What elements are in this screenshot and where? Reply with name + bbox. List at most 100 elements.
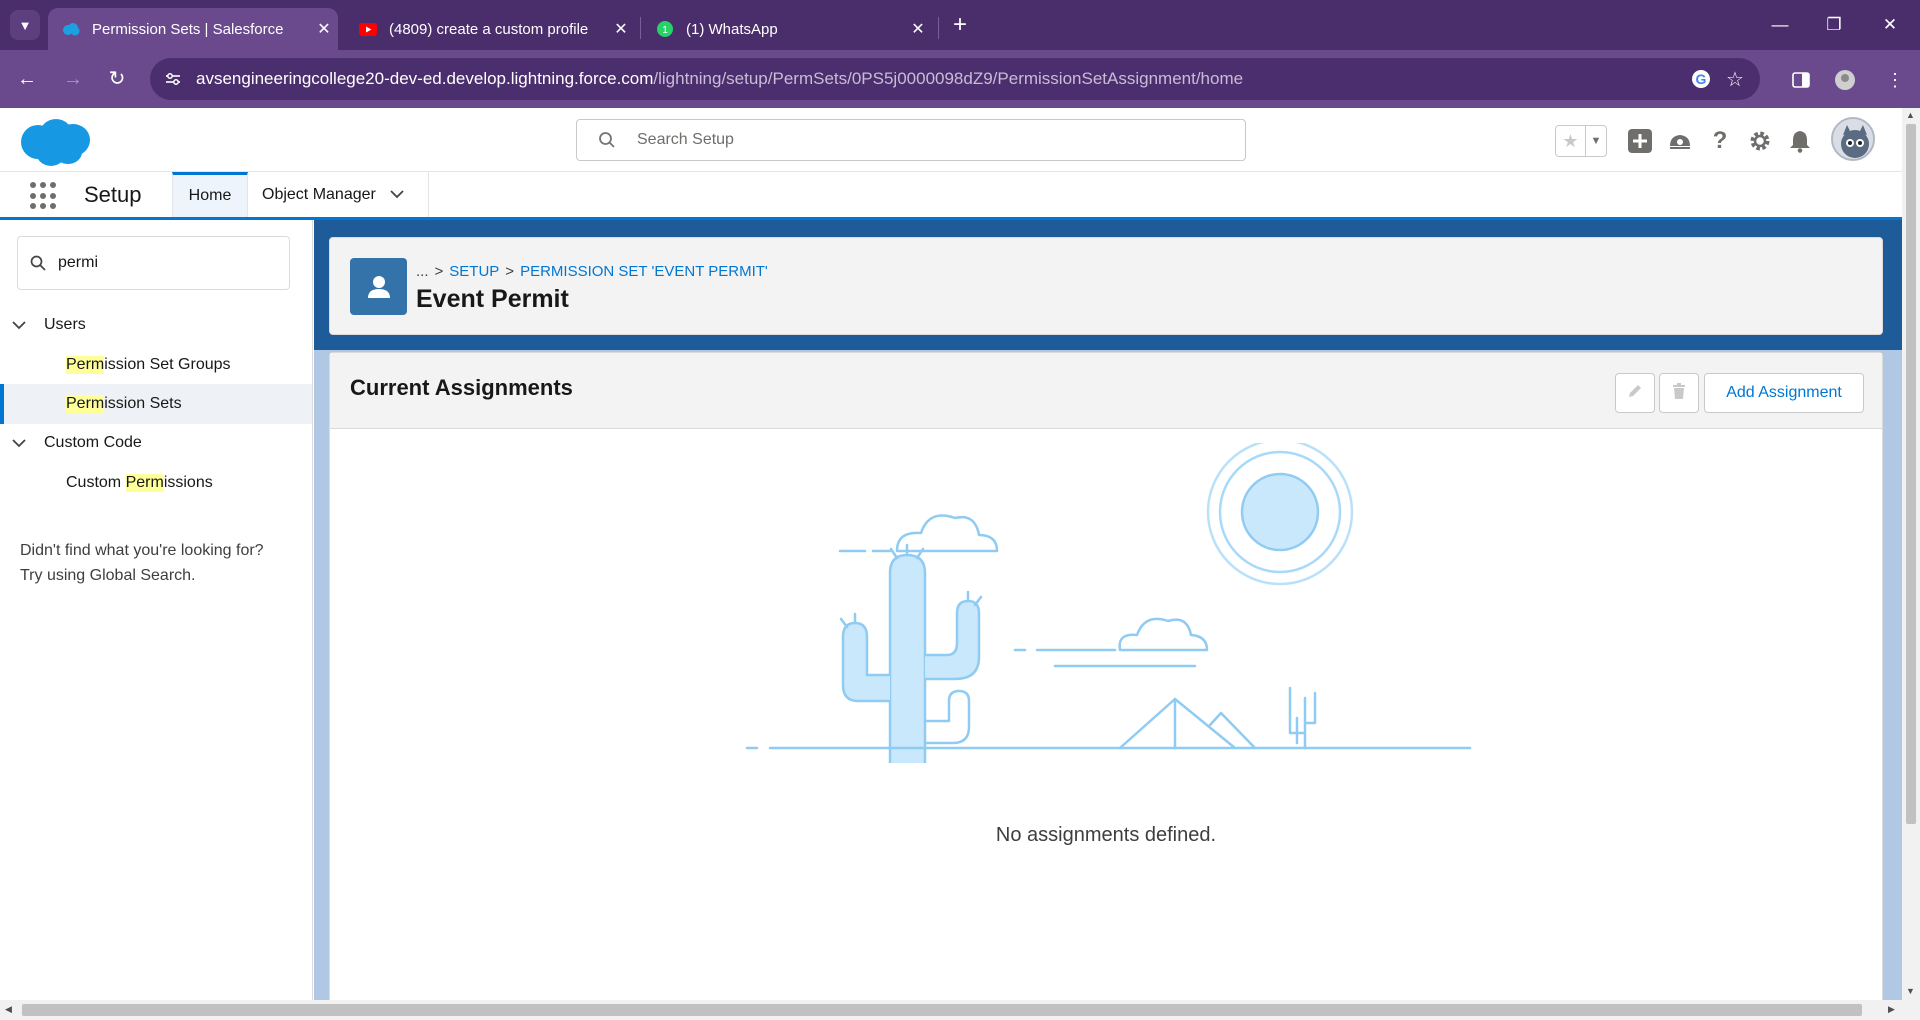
tree-item-label: issions xyxy=(163,474,213,491)
breadcrumb-overflow[interactable]: ... xyxy=(416,263,429,280)
card-header: Current Assignments Add Assignment xyxy=(330,353,1882,429)
tree-item-prefix: Custom xyxy=(66,474,126,491)
chevron-down-icon[interactable]: ▼ xyxy=(1584,126,1606,156)
browser-tab-strip: ▼ Permission Sets | Salesforce ✕ (4809) … xyxy=(0,0,1920,50)
tab-object-manager-label: Object Manager xyxy=(262,185,376,203)
scroll-right-arrow-icon[interactable]: ▶ xyxy=(1888,1004,1895,1015)
browser-tab-salesforce[interactable]: Permission Sets | Salesforce ✕ xyxy=(48,8,338,50)
setup-sidebar: Users Permission Set Groups Permission S… xyxy=(0,220,313,1000)
profile-icon[interactable] xyxy=(1830,65,1860,95)
star-icon[interactable]: ★ xyxy=(1556,126,1585,156)
card-title: Current Assignments xyxy=(350,375,573,400)
trash-icon xyxy=(1672,382,1686,404)
scroll-up-arrow-icon[interactable]: ▲ xyxy=(1906,110,1915,120)
restore-icon[interactable]: ❐ xyxy=(1814,10,1854,40)
browser-tab-youtube[interactable]: (4809) create a custom profile ✕ xyxy=(345,8,635,50)
back-button[interactable]: ← xyxy=(12,65,42,95)
breadcrumb-permset-link[interactable]: Permission Set 'Event Permit' xyxy=(520,263,768,280)
tree-item-custom-permissions[interactable]: Custom Perm issions xyxy=(0,463,312,503)
reload-button[interactable]: ↻ xyxy=(102,65,132,95)
global-search[interactable] xyxy=(576,119,1246,161)
match-highlight: Perm xyxy=(125,474,164,492)
breadcrumb-separator: > xyxy=(434,263,444,280)
breadcrumb: ... > Setup > Permission Set 'Event Permit' xyxy=(416,263,768,280)
svg-text:1: 1 xyxy=(662,25,668,36)
site-info-icon[interactable] xyxy=(158,64,188,94)
trailhead-icon[interactable] xyxy=(1664,125,1696,157)
quick-find[interactable] xyxy=(17,236,290,290)
menu-kebab-icon[interactable]: ⋮ xyxy=(1880,65,1910,95)
youtube-icon xyxy=(359,20,377,38)
edit-button[interactable] xyxy=(1615,373,1655,413)
app-launcher-icon[interactable] xyxy=(30,182,58,210)
bookmark-star-icon[interactable]: ☆ xyxy=(1720,64,1750,94)
search-icon xyxy=(577,131,637,149)
url-host: avsengineeringcollege20-dev-ed.develop.l… xyxy=(196,69,654,88)
url-path: /lightning/setup/PermSets/0PS5j0000098dZ… xyxy=(653,69,1244,88)
tab-home[interactable]: Home xyxy=(172,172,248,217)
add-assignment-button[interactable]: Add Assignment xyxy=(1704,373,1864,413)
address-bar[interactable]: avsengineeringcollege20-dev-ed.develop.l… xyxy=(150,58,1760,100)
global-actions-icon[interactable] xyxy=(1624,125,1656,157)
search-icon xyxy=(18,255,58,271)
chevron-down-icon: ▼ xyxy=(18,17,32,33)
no-results-help: Didn't find what you're looking for? Try… xyxy=(20,538,310,588)
side-panel-icon[interactable] xyxy=(1786,65,1816,95)
salesforce-logo[interactable] xyxy=(18,116,94,170)
vertical-scroll-thumb[interactable] xyxy=(1906,124,1916,824)
close-icon[interactable]: ✕ xyxy=(607,19,635,39)
close-icon[interactable]: ✕ xyxy=(904,19,932,39)
tab-title: (1) WhatsApp xyxy=(686,20,778,38)
scroll-down-arrow-icon[interactable]: ▼ xyxy=(1906,986,1915,996)
user-avatar[interactable] xyxy=(1831,117,1875,161)
tree-item-label: ission Set Groups xyxy=(104,356,231,373)
tree-item-permission-set-groups[interactable]: Perm ission Set Groups xyxy=(0,345,312,385)
delete-button[interactable] xyxy=(1659,373,1699,413)
global-search-hint: Try using Global Search. xyxy=(20,567,196,584)
chevron-down-icon[interactable] xyxy=(12,318,32,333)
horizontal-scroll-thumb[interactable] xyxy=(22,1004,1862,1016)
quick-find-input[interactable] xyxy=(58,254,278,272)
tab-home-label: Home xyxy=(188,187,232,204)
tree-section-custom-code[interactable]: Custom Code xyxy=(12,434,142,452)
scroll-left-arrow-icon[interactable]: ◀ xyxy=(5,1004,12,1015)
tab-object-manager[interactable]: Object Manager xyxy=(262,172,428,217)
tab-search-button[interactable]: ▼ xyxy=(10,10,40,40)
tree-section-label: Users xyxy=(44,316,86,333)
current-assignments-card: Current Assignments Add Assignment No as… xyxy=(329,352,1883,1002)
match-highlight: Perm xyxy=(66,356,105,374)
new-tab-button[interactable]: + xyxy=(945,11,975,41)
breadcrumb-separator: > xyxy=(505,263,515,280)
browser-toolbar: ← → ↻ avsengineeringcollege20-dev-ed.dev… xyxy=(0,50,1920,108)
tree-section-users[interactable]: Users xyxy=(12,316,86,334)
chevron-down-icon[interactable] xyxy=(390,186,404,204)
app-name: Setup xyxy=(84,182,142,207)
tree-item-label: ission Sets xyxy=(104,395,182,412)
browser-tab-whatsapp[interactable]: 1 (1) WhatsApp ✕ xyxy=(642,8,932,50)
permission-set-icon xyxy=(350,258,407,315)
empty-state-message: No assignments defined. xyxy=(995,824,1217,846)
page-title: Event Permit xyxy=(416,285,569,313)
window-close-icon[interactable]: ✕ xyxy=(1870,10,1910,40)
nav-divider xyxy=(428,172,429,217)
horizontal-scrollbar[interactable]: ◀ ▶ xyxy=(0,1000,1920,1020)
salesforce-global-header: ★ ▼ ? xyxy=(0,108,1902,172)
tree-item-permission-sets[interactable]: Perm ission Sets xyxy=(0,384,312,424)
breadcrumb-setup-link[interactable]: Setup xyxy=(449,263,499,280)
tab-title: (4809) create a custom profile xyxy=(389,20,589,38)
forward-button[interactable]: → xyxy=(58,65,88,95)
tab-separator xyxy=(640,17,641,39)
help-icon[interactable]: ? xyxy=(1704,125,1736,157)
match-highlight: Perm xyxy=(66,395,105,413)
google-icon[interactable]: G xyxy=(1686,64,1716,94)
whatsapp-icon: 1 xyxy=(656,20,674,38)
tab-separator xyxy=(938,17,939,39)
search-setup-input[interactable] xyxy=(637,131,1197,149)
vertical-scrollbar[interactable]: ▲ ▼ xyxy=(1902,108,1920,1000)
close-icon[interactable]: ✕ xyxy=(310,19,338,39)
chevron-down-icon[interactable] xyxy=(12,436,32,451)
notifications-bell-icon[interactable] xyxy=(1784,125,1816,157)
minimize-icon[interactable]: — xyxy=(1760,10,1800,40)
gear-icon[interactable] xyxy=(1744,125,1776,157)
favorites-button[interactable]: ★ ▼ xyxy=(1555,125,1607,157)
